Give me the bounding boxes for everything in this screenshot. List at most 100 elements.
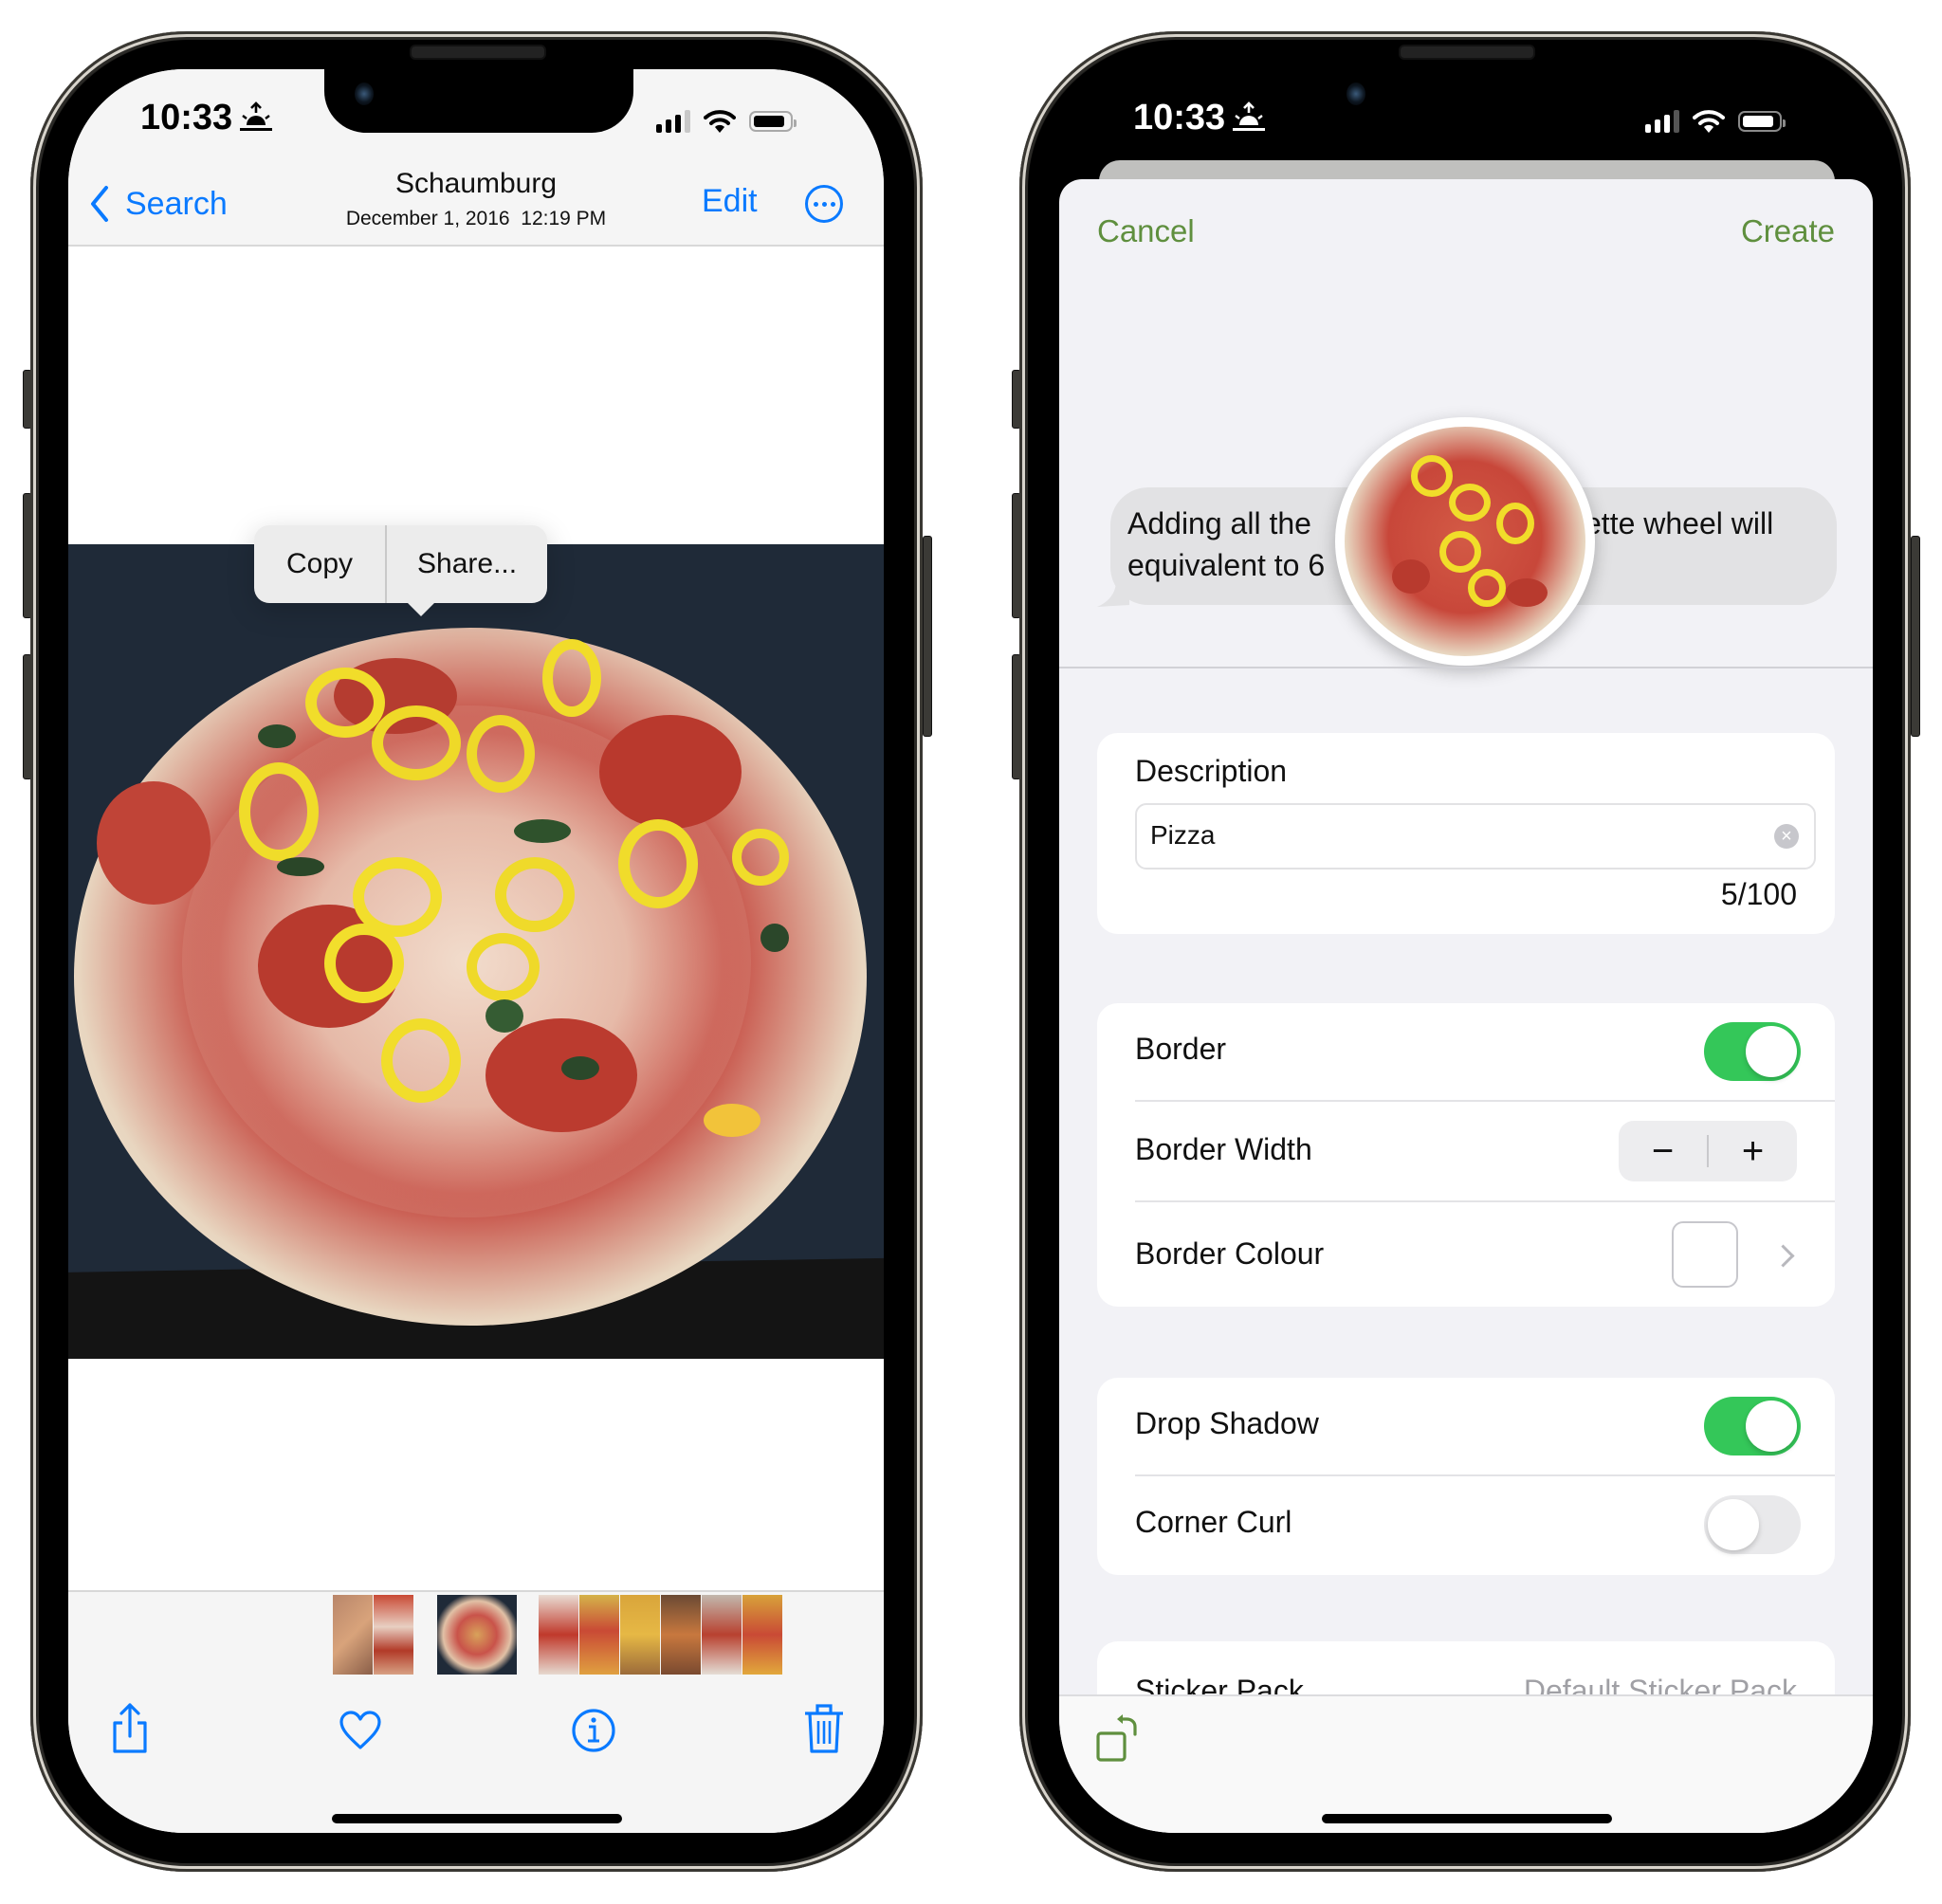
description-card: Description Pizza × 5/100 (1097, 733, 1835, 934)
chevron-right-icon[interactable] (1771, 1244, 1795, 1268)
trash-icon[interactable] (803, 1702, 845, 1755)
border-toggle[interactable] (1704, 1022, 1801, 1081)
banana-pepper-ring (372, 705, 461, 780)
toggle-knob (1746, 1026, 1797, 1077)
effects-settings-card: Drop Shadow Corner Curl (1097, 1378, 1835, 1575)
rotate-left-icon[interactable] (1095, 1713, 1141, 1763)
banana-pepper-ring (495, 857, 575, 932)
message-text-line2: equivalent to 6 (1127, 548, 1326, 582)
row-separator (1135, 1474, 1835, 1476)
sunrise-alarm-icon (240, 101, 272, 131)
photo-location-title: Schaumburg (394, 168, 558, 199)
sticker-preview (1335, 417, 1595, 666)
status-time: 10:33 (1133, 98, 1226, 137)
power-button (923, 536, 932, 737)
decrement-button[interactable]: − (1619, 1130, 1707, 1173)
border-width-stepper: − + (1619, 1121, 1797, 1181)
description-input-value: Pizza (1150, 820, 1216, 850)
status-icons (656, 109, 797, 134)
sunrise-alarm-icon (1233, 101, 1265, 131)
border-colour-well[interactable] (1672, 1221, 1738, 1288)
home-indicator[interactable] (332, 1814, 622, 1823)
share-menu-item[interactable]: Share... (387, 525, 547, 603)
banana-pepper-ring (239, 762, 319, 861)
battery-icon (1738, 111, 1786, 132)
front-camera (1347, 82, 1365, 105)
pizza-photo[interactable] (68, 544, 884, 1359)
character-counter: 5/100 (1720, 877, 1797, 911)
wifi-icon (1693, 110, 1725, 133)
create-sticker-sheet: Cancel Create Adding all the ette wheel … (1059, 179, 1873, 1833)
cellular-signal-icon (1645, 110, 1679, 133)
banana-pepper-ring (467, 715, 535, 793)
banana-pepper-ring (1439, 531, 1481, 573)
clear-text-icon[interactable]: × (1774, 824, 1799, 849)
thumbnail[interactable] (539, 1595, 578, 1675)
banana-pepper-ring (542, 639, 601, 717)
basil-leaf (258, 724, 296, 748)
increment-button[interactable]: + (1709, 1130, 1797, 1173)
context-menu-arrow (408, 603, 434, 616)
drop-shadow-toggle[interactable] (1704, 1397, 1801, 1455)
ellipsis-dot (830, 201, 835, 207)
border-width-label: Border Width (1135, 1132, 1312, 1166)
cancel-button[interactable]: Cancel (1097, 213, 1195, 249)
battery-icon (749, 111, 797, 132)
banana-pepper-ring (381, 1018, 461, 1103)
border-settings-card: Border Border Width − + Border Colour (1097, 1003, 1835, 1307)
pepperoni-slice (97, 781, 211, 905)
banana-pepper-piece (704, 1104, 760, 1137)
row-separator (1135, 1100, 1835, 1102)
ellipsis-dot (821, 201, 827, 207)
banana-pepper-ring (1449, 484, 1491, 522)
image-context-menu: Copy Share... (254, 525, 548, 603)
info-icon[interactable] (571, 1708, 616, 1753)
preview-divider (1059, 667, 1873, 668)
basil-leaf (514, 819, 571, 843)
home-indicator[interactable] (1322, 1814, 1612, 1823)
thumbnail[interactable] (661, 1595, 701, 1675)
thumbnail[interactable] (742, 1595, 782, 1675)
basil-leaf (486, 999, 523, 1033)
create-button[interactable]: Create (1741, 213, 1835, 249)
pepperoni-slice (1392, 559, 1430, 594)
message-text-line1-left: Adding all the (1127, 506, 1320, 540)
pepperoni-slice (1506, 578, 1548, 607)
border-label: Border (1135, 1032, 1227, 1066)
toggle-knob (1746, 1401, 1797, 1452)
thumbnail-current[interactable] (437, 1595, 517, 1675)
row-separator (1135, 1200, 1835, 1202)
description-label: Description (1135, 754, 1288, 788)
toolbar-divider (68, 1590, 884, 1592)
edit-button[interactable]: Edit (702, 183, 758, 220)
photos-app-screen: 10:33 Search Schaumburg December 1, 2016… (68, 69, 884, 1833)
thumbnail[interactable] (620, 1595, 660, 1675)
share-icon[interactable] (109, 1702, 151, 1755)
banana-pepper-ring (1468, 569, 1506, 607)
sheet-bottom-bar (1059, 1694, 1873, 1833)
wifi-icon (704, 110, 736, 133)
status-icons (1645, 109, 1786, 134)
thumbnail[interactable] (702, 1595, 742, 1675)
create-sticker-screen: 10:33 Cancel Create Adding all the ette … (1059, 69, 1873, 1833)
corner-curl-toggle[interactable] (1704, 1495, 1801, 1554)
basil-leaf (760, 924, 789, 952)
more-options-button[interactable] (805, 185, 843, 223)
thumbnail[interactable] (333, 1595, 373, 1675)
notch (324, 69, 633, 133)
pepperoni-slice (599, 715, 742, 829)
cellular-signal-icon (656, 110, 690, 133)
status-time: 10:33 (140, 98, 233, 137)
copy-menu-item[interactable]: Copy (254, 525, 385, 603)
thumbnail[interactable] (579, 1595, 619, 1675)
thumbnail[interactable] (374, 1595, 413, 1675)
banana-pepper-ring (1496, 503, 1534, 544)
basil-leaf (277, 857, 324, 876)
description-input[interactable]: Pizza × (1135, 803, 1816, 870)
thumbnail-strip[interactable] (68, 1595, 884, 1675)
pepperoni-slice (486, 1018, 637, 1132)
border-colour-label: Border Colour (1135, 1236, 1325, 1271)
heart-icon[interactable] (339, 1710, 382, 1751)
banana-pepper-ring (1411, 455, 1453, 497)
basil-leaf (561, 1056, 599, 1080)
